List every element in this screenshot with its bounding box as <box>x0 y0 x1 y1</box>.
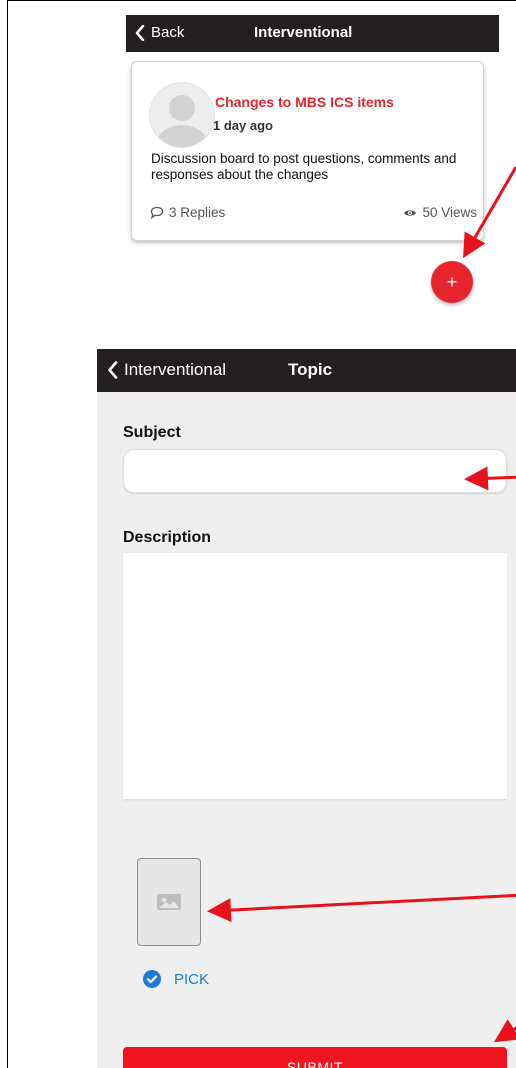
image-placeholder[interactable] <box>137 858 201 946</box>
topic-description: Discussion board to post questions, comm… <box>151 151 457 182</box>
subject-input[interactable] <box>123 449 507 493</box>
avatar <box>150 83 214 147</box>
topic-card[interactable]: Changes to MBS ICS items 1 day ago Discu… <box>131 61 484 241</box>
replies-count[interactable]: 3 Replies <box>150 205 225 220</box>
avatar-placeholder-icon <box>156 95 208 147</box>
image-icon <box>157 894 181 910</box>
submit-button[interactable]: SUBMIT <box>123 1047 507 1068</box>
screenshot-frame: Back Interventional Changes to MBS ICS i… <box>7 0 516 1068</box>
subject-label: Subject <box>123 424 181 441</box>
description-label: Description <box>123 529 212 546</box>
chevron-left-icon <box>108 361 118 379</box>
eye-icon <box>404 209 417 216</box>
top-nav-bar: Back Interventional <box>126 15 499 52</box>
back-label: Back <box>151 24 185 41</box>
topic-form: Subject Description PICK SUBMIT <box>97 392 516 1068</box>
nav-title: Interventional <box>254 24 353 41</box>
back-button[interactable]: Back <box>135 24 184 41</box>
topic-nav-bar: Interventional Topic <box>97 349 516 392</box>
topic-title[interactable]: Changes to MBS ICS items <box>215 94 394 110</box>
back-label: Interventional <box>124 360 227 379</box>
topic-timestamp: 1 day ago <box>213 118 273 133</box>
comment-icon <box>150 206 164 219</box>
nav-title: Topic <box>288 360 333 379</box>
check-circle-icon <box>143 970 161 988</box>
add-topic-button[interactable]: + <box>431 261 473 303</box>
pick-image-button[interactable]: PICK <box>143 970 209 988</box>
views-label: 50 Views <box>422 205 477 220</box>
pick-label: PICK <box>174 970 210 988</box>
back-to-interventional-button[interactable]: Interventional <box>107 360 226 380</box>
description-textarea[interactable] <box>123 553 507 799</box>
chevron-left-icon <box>135 24 145 41</box>
views-count: 50 Views <box>403 205 477 220</box>
plus-icon: + <box>446 271 458 292</box>
replies-label: 3 Replies <box>169 205 226 220</box>
